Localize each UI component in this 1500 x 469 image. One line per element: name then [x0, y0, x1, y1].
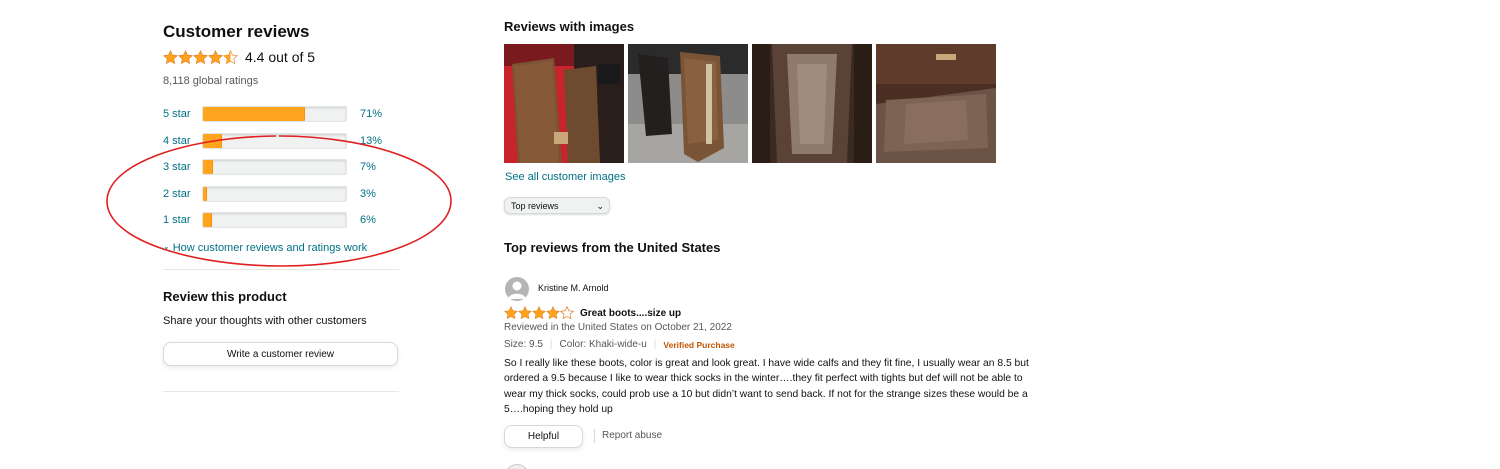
how-reviews-work-label: How customer reviews and ratings work [172, 241, 368, 254]
histogram-bar[interactable] [202, 212, 347, 229]
histogram-bar[interactable] [202, 159, 347, 176]
histogram-fill [203, 133, 222, 148]
histogram-row-2[interactable]: 2 star 3% [163, 181, 399, 208]
top-reviews-title: Top reviews from the United States [504, 240, 721, 255]
star-icon [546, 306, 560, 320]
histogram-percent[interactable]: 71% [360, 108, 382, 120]
histogram-bar[interactable] [202, 106, 347, 123]
star-icon [163, 49, 178, 65]
rating-text: 4.4 out of 5 [245, 49, 316, 65]
histogram-label[interactable]: 2 star [163, 188, 202, 200]
histogram-row-5[interactable]: 5 star 71% [163, 101, 399, 128]
histogram-label[interactable]: 5 star [163, 108, 202, 120]
star-icon [193, 49, 208, 65]
histogram-percent[interactable]: 7% [360, 161, 376, 173]
report-abuse-link[interactable]: Report abuse [602, 430, 662, 441]
chevron-down-icon: ⌄ [163, 242, 170, 251]
star-icon [532, 306, 546, 320]
histogram-label[interactable]: 1 star [163, 214, 202, 226]
histogram-row-3[interactable]: 3 star 7% [163, 154, 399, 181]
sort-reviews-dropdown[interactable]: Top reviews ⌄ [504, 197, 610, 214]
histogram-fill [203, 160, 213, 175]
star-icon [178, 49, 193, 65]
review-color: Color: Khaki-wide-u [559, 339, 647, 350]
review-image-4[interactable] [876, 44, 996, 163]
histogram-fill [203, 213, 212, 228]
star-icon [208, 49, 223, 65]
rating-histogram: 5 star 71% 4 star 13% 3 star 7% 2 star 3… [163, 101, 399, 234]
see-all-images-link[interactable]: See all customer images [505, 171, 625, 183]
write-review-button[interactable]: Write a customer review [163, 342, 398, 366]
reviews-with-images-title: Reviews with images [504, 19, 635, 34]
separator: | [653, 339, 657, 350]
how-reviews-work-link[interactable]: ⌄ How customer reviews and ratings work [163, 242, 399, 254]
empty-star-icon [560, 306, 574, 320]
review-variant-info[interactable]: Size: 9.5 | Color: Khaki-wide-u | Verifi… [504, 339, 735, 350]
star-icon [504, 306, 518, 320]
histogram-row-1[interactable]: 1 star 6% [163, 207, 399, 234]
separator: | [549, 339, 553, 350]
next-review-avatar [505, 464, 529, 469]
section-divider [163, 391, 399, 392]
chevron-down-icon: ⌄ [596, 201, 604, 211]
star-icon [518, 306, 532, 320]
review-image-1[interactable] [504, 44, 624, 163]
histogram-label[interactable]: 3 star [163, 161, 202, 173]
review-image-2[interactable] [628, 44, 748, 163]
review-date: Reviewed in the United States on October… [504, 322, 732, 333]
sort-selected-value: Top reviews [511, 200, 559, 211]
avatar-icon [505, 277, 529, 301]
overall-stars[interactable] [163, 49, 238, 65]
review-product-title: Review this product [163, 289, 287, 304]
histogram-row-4[interactable]: 4 star 13% [163, 128, 399, 155]
histogram-fill [203, 186, 208, 201]
histogram-percent[interactable]: 6% [360, 214, 376, 226]
section-divider [163, 269, 399, 270]
global-ratings-count: 8,118 global ratings [163, 75, 259, 87]
half-star-icon [223, 49, 238, 65]
review-image-strip [504, 44, 996, 163]
reviewer-name[interactable]: Kristine M. Arnold [538, 283, 609, 293]
review-size: Size: 9.5 [504, 339, 543, 350]
helpful-button[interactable]: Helpful [504, 425, 583, 448]
overall-rating[interactable]: 4.4 out of 5 [163, 47, 399, 67]
review-stars[interactable] [504, 306, 574, 320]
histogram-percent[interactable]: 3% [360, 188, 376, 200]
histogram-label[interactable]: 4 star [163, 135, 202, 147]
review-product-subtitle: Share your thoughts with other customers [163, 315, 367, 327]
customer-reviews-title: Customer reviews [163, 22, 310, 41]
separator [594, 429, 595, 443]
histogram-bar[interactable] [202, 132, 347, 149]
histogram-fill [203, 107, 305, 122]
review-rating-title[interactable]: Great boots....size up [504, 306, 681, 320]
customer-reviews-section: Customer reviews 4.4 out of 5 8,118 glob… [163, 22, 399, 254]
review-image-3[interactable] [752, 44, 872, 163]
histogram-percent[interactable]: 13% [360, 135, 382, 147]
review-body: So I really like these boots, color is g… [504, 358, 1029, 415]
review-headline[interactable]: Great boots....size up [580, 308, 681, 319]
histogram-bar[interactable] [202, 185, 347, 202]
verified-purchase-badge: Verified Purchase [663, 339, 735, 350]
